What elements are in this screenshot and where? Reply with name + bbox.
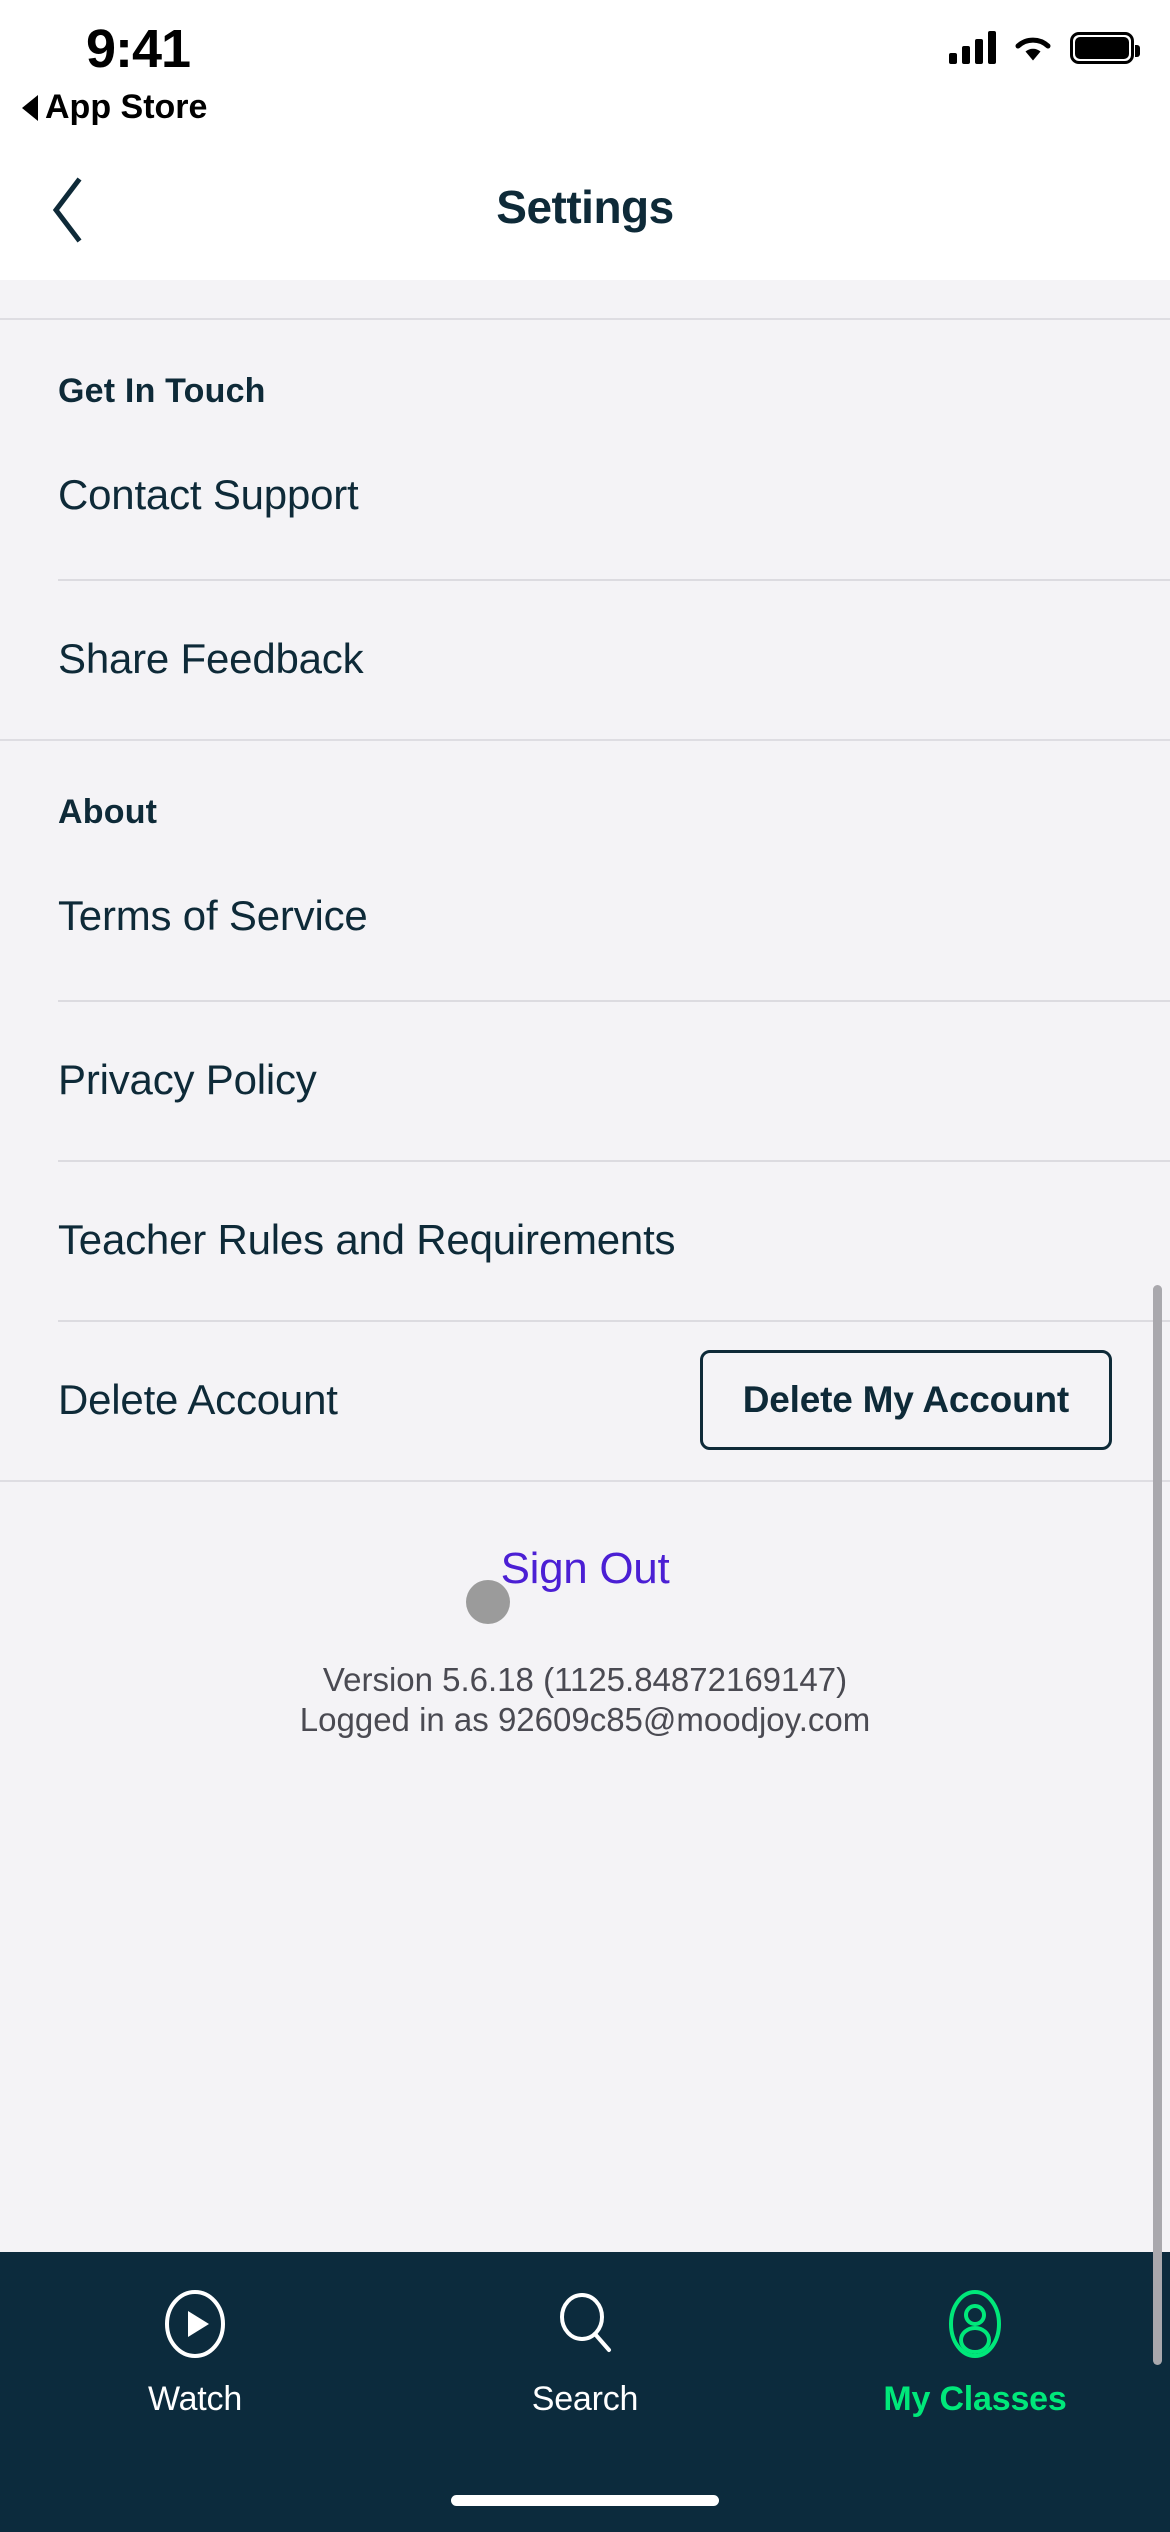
footer-block: Sign Out Version 5.6.18 (1125.8487216914… — [0, 1480, 1170, 1741]
tab-my-classes[interactable]: My Classes — [780, 2286, 1170, 2532]
vertical-scrollbar[interactable] — [1153, 1285, 1162, 2365]
page-title: Settings — [496, 181, 674, 233]
tab-label: Search — [531, 2380, 639, 2418]
delete-my-account-button[interactable]: Delete My Account — [699, 1350, 1112, 1450]
section-about: About Terms of Service Privacy Policy Te… — [0, 741, 1170, 1480]
play-circle-icon — [159, 2286, 231, 2362]
status-bar-icons — [949, 30, 1140, 64]
touch-cursor-indicator — [466, 1580, 510, 1624]
tab-label: Watch — [147, 2380, 243, 2418]
tab-watch[interactable]: Watch — [0, 2286, 390, 2532]
row-label: Teacher Rules and Requirements — [58, 1216, 676, 1263]
back-app-label: App Store — [45, 88, 208, 126]
section-header: Get In Touch — [58, 372, 266, 410]
settings-row-privacy-policy[interactable]: Privacy Policy — [0, 1000, 1170, 1160]
nav-bar: Settings — [0, 150, 1170, 280]
battery-icon — [1070, 32, 1140, 64]
cellular-signal-icon — [949, 30, 996, 64]
settings-row-delete-account: Delete Account Delete My Account — [0, 1320, 1170, 1480]
row-label: Terms of Service — [58, 892, 368, 939]
row-label: Contact Support — [58, 471, 359, 518]
section-get-in-touch: Get In Touch Contact Support Share Feedb… — [0, 320, 1170, 739]
sign-out-button[interactable]: Sign Out — [501, 1544, 670, 1594]
back-triangle-icon — [22, 94, 38, 121]
app-meta: Version 5.6.18 (1125.84872169147) Logged… — [0, 1660, 1170, 1741]
settings-row-contact-support[interactable]: Contact Support — [0, 411, 1170, 579]
settings-row-teacher-rules[interactable]: Teacher Rules and Requirements — [0, 1160, 1170, 1320]
version-text: Version 5.6.18 (1125.84872169147) — [322, 1661, 848, 1698]
status-bar-time: 9:41 — [86, 19, 191, 79]
status-bar: 9:41 App Store — [0, 0, 1170, 150]
row-label: Privacy Policy — [58, 1056, 317, 1103]
wifi-icon — [1015, 37, 1051, 61]
section-header: About — [58, 793, 158, 831]
person-icon — [939, 2286, 1011, 2362]
search-icon — [549, 2286, 621, 2362]
settings-list: Get In Touch Contact Support Share Feedb… — [0, 280, 1170, 2252]
home-indicator — [451, 2495, 719, 2506]
settings-screen: 9:41 App Store Settings Get In Touch Con… — [0, 0, 1170, 2532]
settings-row-terms-of-service[interactable]: Terms of Service — [0, 832, 1170, 1000]
top-spacer — [0, 280, 1170, 320]
tab-label: My Classes — [883, 2380, 1067, 2418]
row-label: Delete Account — [58, 1376, 338, 1423]
row-label: Share Feedback — [58, 635, 364, 682]
bottom-tab-bar: Watch Search My Classes — [0, 2252, 1170, 2532]
logged-in-text: Logged in as 92609c85@moodjoy.com — [299, 1701, 871, 1739]
settings-row-share-feedback[interactable]: Share Feedback — [0, 579, 1170, 739]
back-to-app-store[interactable]: App Store — [22, 88, 207, 127]
